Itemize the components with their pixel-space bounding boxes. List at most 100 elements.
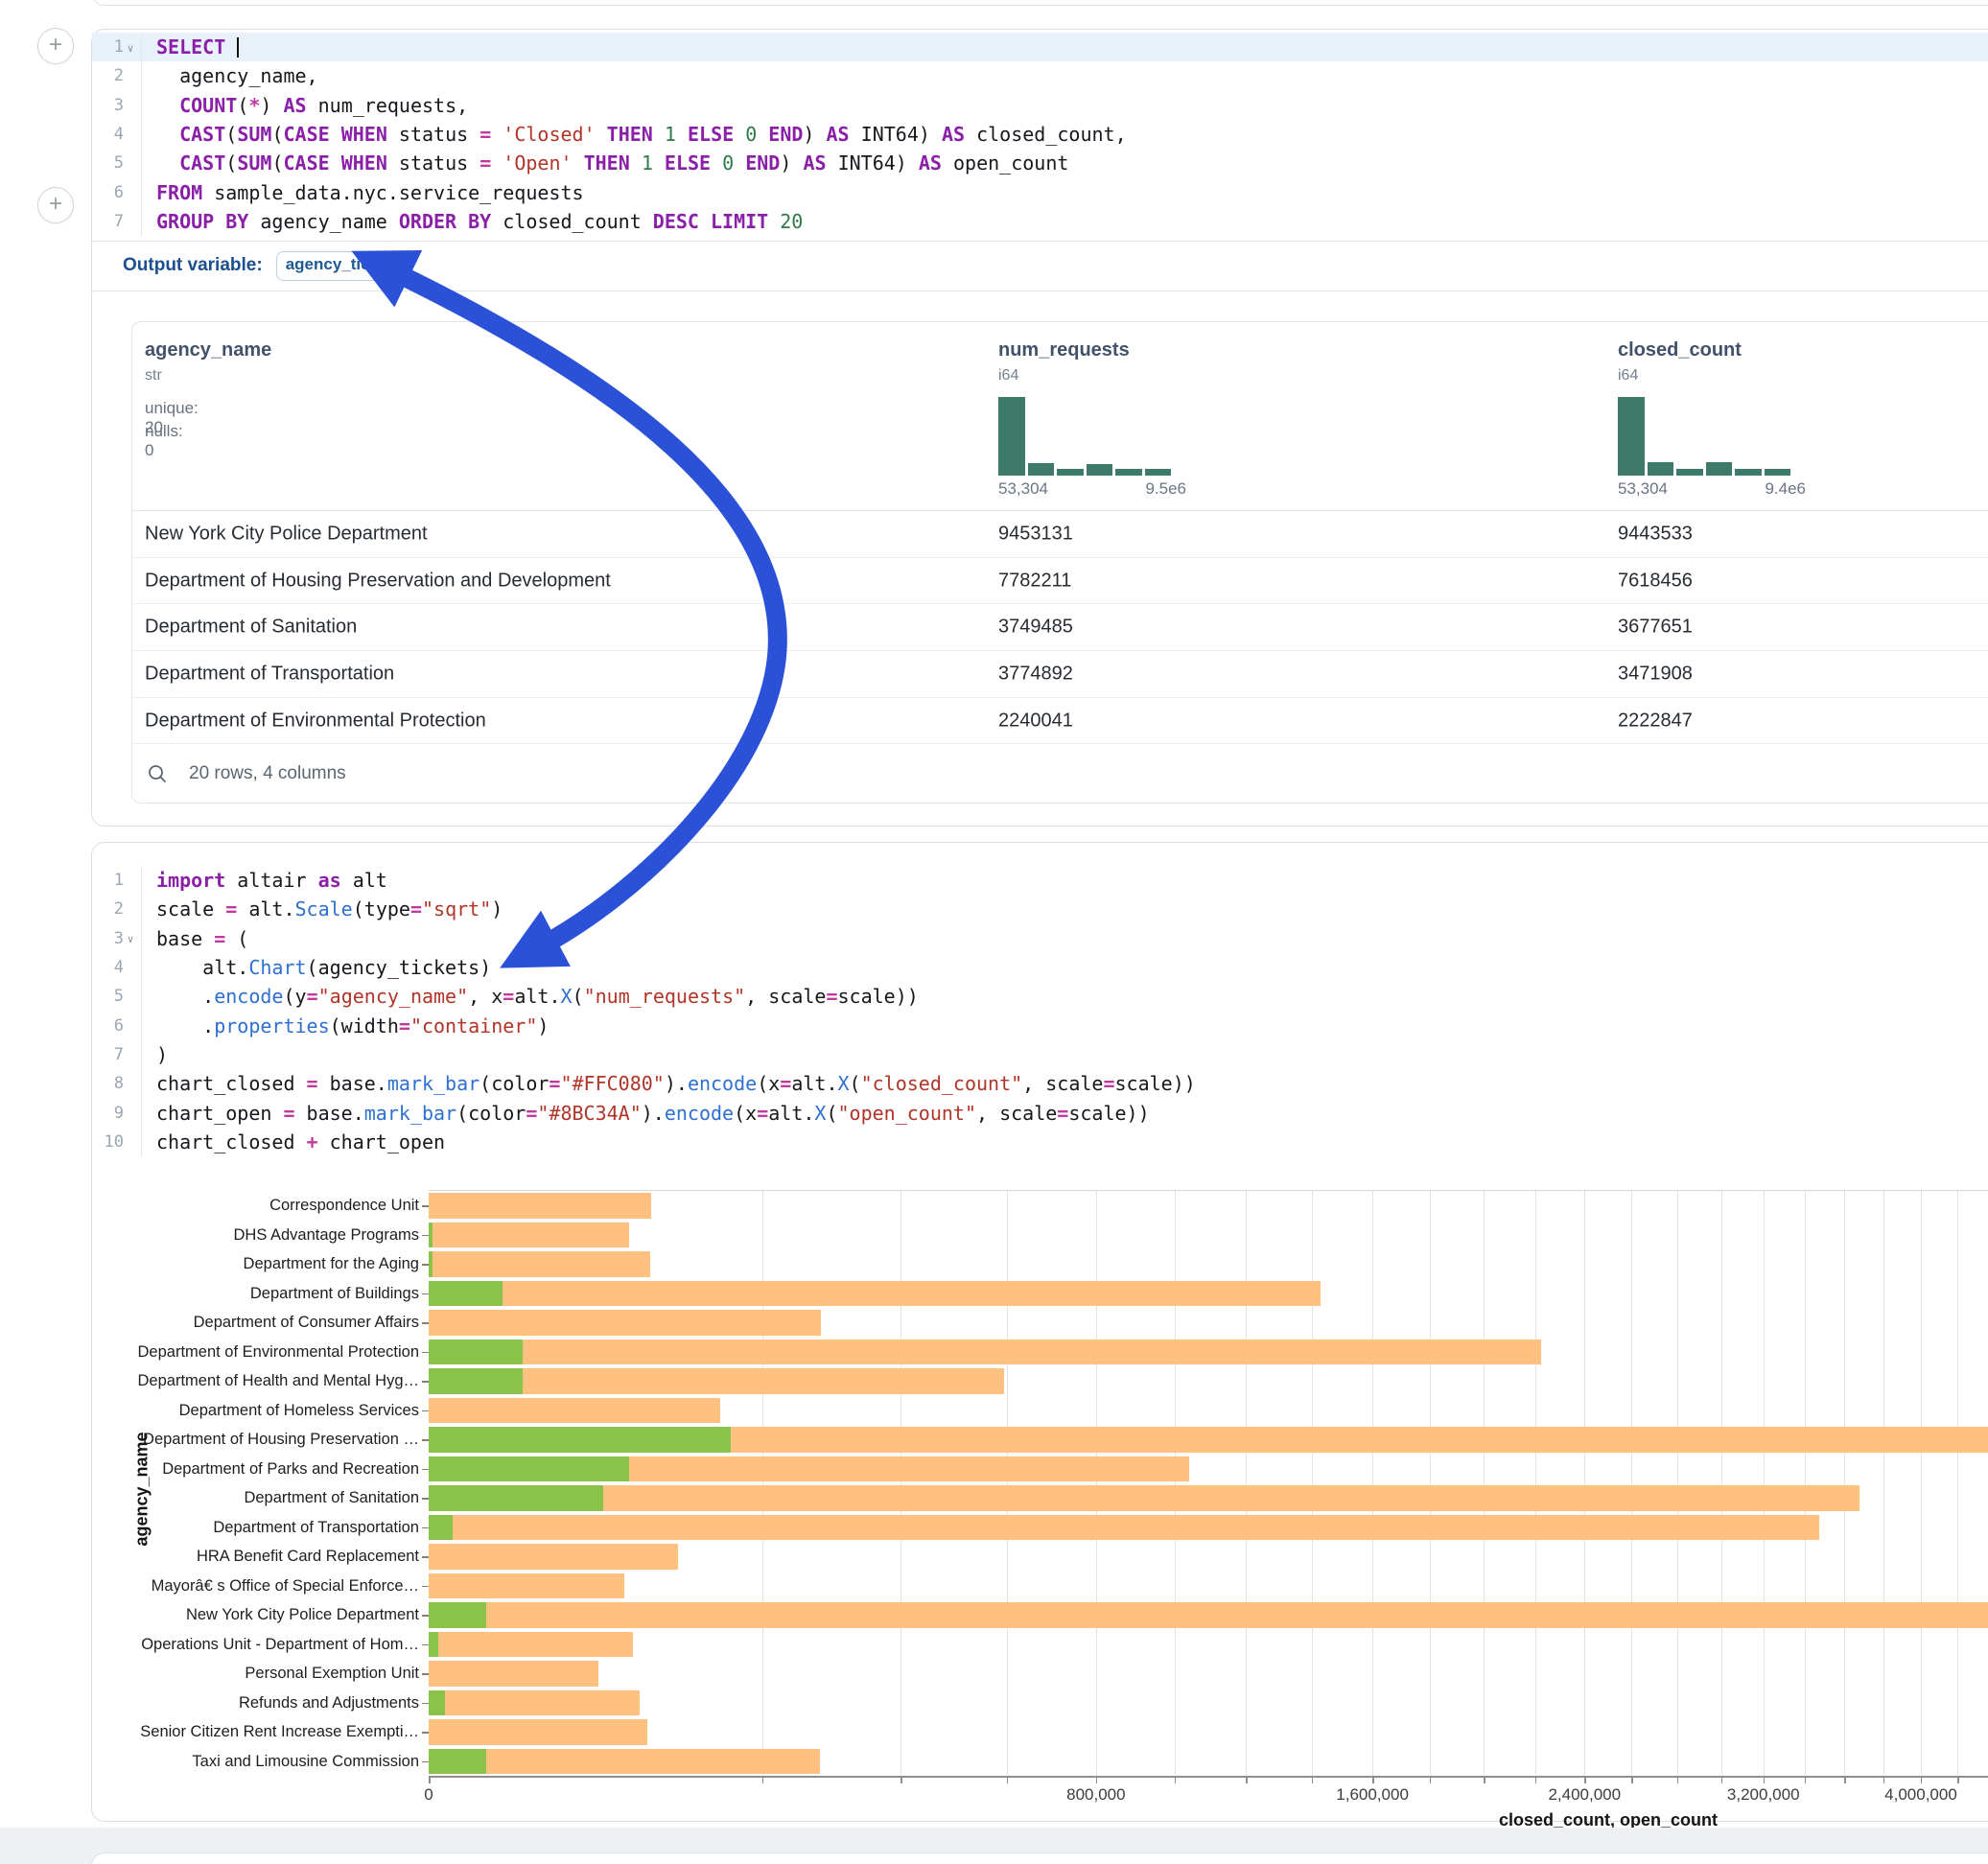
gridline — [1007, 1191, 1008, 1776]
closed-count-bar — [429, 1573, 624, 1599]
python-code-editor[interactable]: 1import altair as alt2scale = alt.Scale(… — [92, 843, 1988, 1156]
table-row: Department of Sanitation37494853677651 — [132, 604, 1988, 651]
closed-count-bar — [429, 1661, 598, 1687]
code-text: base = ( — [142, 927, 248, 950]
table-cell: 3749485 — [998, 617, 1073, 639]
open-count-bar — [429, 1368, 523, 1394]
x-axis-tick — [1921, 1778, 1923, 1783]
code-text: .encode(y="agency_name", x=alt.X("num_re… — [142, 985, 919, 1008]
histogram-bar — [1735, 469, 1762, 476]
histogram-bar — [1765, 469, 1791, 476]
code-line[interactable]: 5 .encode(y="agency_name", x=alt.X("num_… — [92, 982, 1988, 1011]
line-number: 6 — [92, 177, 142, 206]
histogram-bar — [1706, 462, 1733, 476]
closed-count-bar — [429, 1223, 629, 1248]
y-axis-title: agency_name — [132, 1432, 152, 1546]
y-axis-tick — [422, 1615, 429, 1617]
y-axis-tick — [422, 1703, 429, 1705]
closed-count-bar — [429, 1281, 1321, 1307]
gridline — [1957, 1191, 1958, 1776]
line-number: 6 — [92, 1011, 142, 1039]
y-axis-tick — [422, 1644, 429, 1646]
line-number: 4 — [92, 120, 142, 149]
histogram-bar — [1028, 463, 1055, 476]
line-number: 3 — [92, 91, 142, 120]
closed-count-bar — [429, 1251, 650, 1277]
fold-caret-icon[interactable]: ∨ — [124, 42, 137, 55]
code-line[interactable]: 2scale = alt.Scale(type="sqrt") — [92, 895, 1988, 923]
code-line[interactable]: 3 COUNT(*) AS num_requests, — [92, 91, 1988, 120]
result-table-card: agency_namestrunique: 20nulls: 0num_requ… — [131, 321, 1988, 804]
gridline — [1844, 1191, 1845, 1776]
output-variable-chip[interactable]: agency_tickets — [276, 251, 382, 281]
code-line[interactable]: 4 alt.Chart(agency_tickets) — [92, 953, 1988, 982]
x-axis-tick — [900, 1778, 902, 1783]
code-text: scale = alt.Scale(type="sqrt") — [142, 897, 503, 920]
x-axis-tick — [1246, 1778, 1248, 1783]
closed-count-bar — [429, 1719, 647, 1745]
fold-caret-icon[interactable]: ∨ — [124, 933, 137, 945]
open-count-bar — [429, 1602, 486, 1628]
code-line[interactable]: 10chart_closed + chart_open — [92, 1128, 1988, 1156]
table-cell: 9443533 — [1618, 523, 1693, 545]
code-line[interactable]: 1import altair as alt — [92, 866, 1988, 895]
histogram-bar — [1676, 469, 1703, 476]
y-axis-label: Department of Homeless Services — [96, 1396, 419, 1426]
code-line[interactable]: 6 .properties(width="container") — [92, 1011, 1988, 1039]
x-axis-tick-label: 2,400,000 — [1548, 1785, 1621, 1805]
table-cell: Department of Housing Preservation and D… — [145, 570, 611, 592]
sql-code-editor[interactable]: 1∨SELECT 2 agency_name,3 COUNT(*) AS num… — [92, 30, 1988, 236]
code-text: import altair as alt — [142, 869, 387, 892]
code-line[interactable]: 9chart_open = base.mark_bar(color="#8BC3… — [92, 1098, 1988, 1127]
y-axis-tick — [422, 1556, 429, 1558]
column-type: i64 — [1618, 367, 1638, 384]
gridline — [1764, 1191, 1765, 1776]
search-icon[interactable] — [147, 763, 168, 784]
notebook-page: + + 1∨SELECT 2 agency_name,3 COUNT(*) AS… — [0, 0, 1988, 1864]
histogram-bar — [1115, 469, 1142, 476]
code-line[interactable]: 8chart_closed = base.mark_bar(color="#FF… — [92, 1069, 1988, 1098]
add-cell-button-top[interactable]: + — [37, 28, 74, 64]
closed-count-bar — [429, 1193, 651, 1219]
x-axis-tick — [1312, 1778, 1314, 1783]
open-count-bar — [429, 1456, 629, 1482]
column-histogram — [1618, 397, 1790, 476]
table-cell: 2222847 — [1618, 710, 1693, 732]
code-line[interactable]: 7) — [92, 1040, 1988, 1069]
x-axis-tick — [1430, 1778, 1432, 1783]
line-number: 4 — [92, 953, 142, 982]
bar-chart-plot-area — [429, 1191, 1988, 1776]
gridline — [1584, 1191, 1585, 1776]
y-axis-label: Department of Buildings — [96, 1279, 419, 1309]
gridline — [1535, 1191, 1536, 1776]
y-axis-tick — [422, 1439, 429, 1441]
y-axis-label: Operations Unit - Department of Hom… — [96, 1630, 419, 1660]
output-variable-row: Output variable: agency_tickets — [92, 241, 1988, 291]
column-name: agency_name — [145, 339, 271, 361]
code-line[interactable]: 6FROM sample_data.nyc.service_requests — [92, 177, 1988, 206]
code-line[interactable]: 2 agency_name, — [92, 61, 1988, 90]
code-line[interactable]: 5 CAST(SUM(CASE WHEN status = 'Open' THE… — [92, 149, 1988, 177]
code-text: ) — [142, 1043, 168, 1066]
gridline — [1096, 1191, 1097, 1776]
add-cell-button-middle[interactable]: + — [37, 187, 74, 223]
closed-count-bar — [429, 1749, 820, 1775]
code-text: agency_name, — [142, 64, 318, 87]
closed-count-bar — [429, 1340, 1541, 1365]
code-text: FROM sample_data.nyc.service_requests — [142, 181, 584, 204]
code-line[interactable]: 3∨base = ( — [92, 924, 1988, 953]
table-row-count: 20 rows, 4 columns — [189, 763, 346, 784]
text-cursor — [237, 37, 239, 58]
gridline — [1631, 1191, 1632, 1776]
code-line[interactable]: 4 CAST(SUM(CASE WHEN status = 'Closed' T… — [92, 120, 1988, 149]
line-number: 9 — [92, 1098, 142, 1127]
x-axis-tick-label: 800,000 — [1066, 1785, 1125, 1805]
gridline — [1484, 1191, 1485, 1776]
x-axis-tick — [1484, 1778, 1485, 1783]
closed-count-bar — [429, 1690, 640, 1716]
code-line[interactable]: 1∨SELECT — [92, 33, 1988, 61]
code-line[interactable]: 7GROUP BY agency_name ORDER BY closed_co… — [92, 207, 1988, 236]
code-text: alt.Chart(agency_tickets) — [142, 956, 491, 979]
table-row: Department of Transportation377489234719… — [132, 651, 1988, 698]
closed-count-bar — [429, 1485, 1859, 1511]
